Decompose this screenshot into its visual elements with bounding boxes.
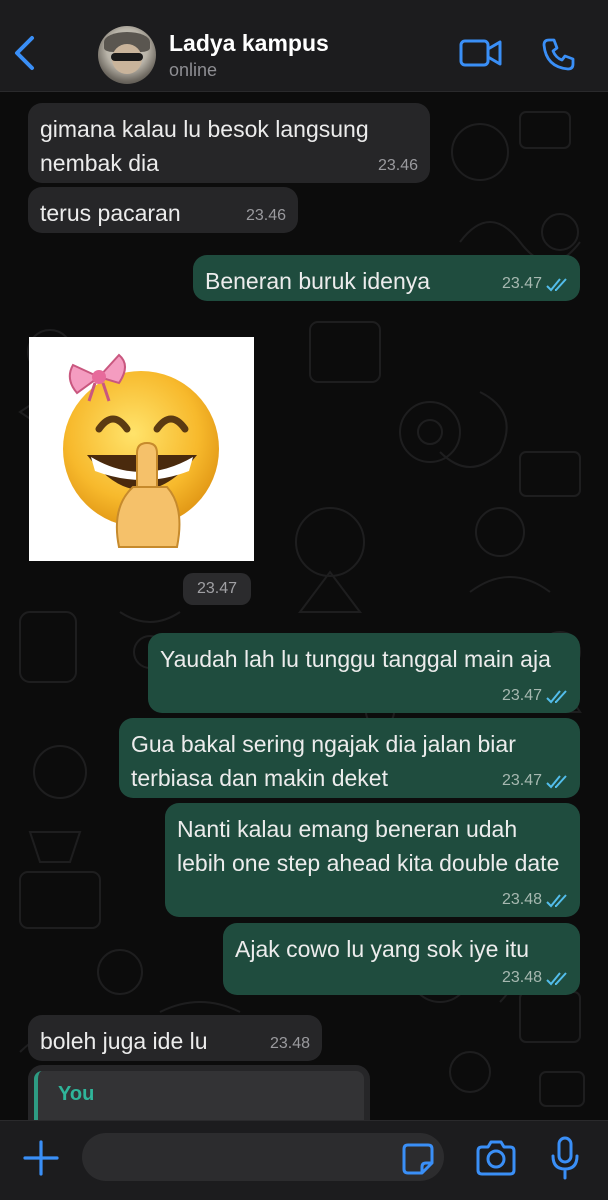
message-time: 23.48 xyxy=(501,891,542,908)
outgoing-message[interactable]: Yaudah lah lu tunggu tanggal main aja 23… xyxy=(148,633,580,713)
back-chevron-icon[interactable] xyxy=(8,30,42,76)
plus-icon[interactable] xyxy=(22,1139,60,1177)
message-text: gimana kalau lu besok langsung nembak di… xyxy=(40,116,369,176)
incoming-message[interactable]: terus pacaran 23.46 xyxy=(28,187,298,233)
camera-icon[interactable] xyxy=(474,1139,518,1177)
message-time: 23.47 xyxy=(501,772,542,789)
message-time: 23.46 xyxy=(377,157,418,174)
read-receipt-icon xyxy=(546,894,567,908)
message-text: Yaudah lah lu tunggu tanggal main aja xyxy=(160,646,551,672)
video-camera-icon[interactable] xyxy=(458,36,504,70)
message-time: 23.47 xyxy=(501,275,542,292)
microphone-icon[interactable] xyxy=(548,1135,582,1181)
incoming-message[interactable]: boleh juga ide lu 23.48 xyxy=(28,1015,322,1061)
sticker-time: 23.47 xyxy=(183,573,251,605)
message-list[interactable]: gimana kalau lu besok langsung nembak di… xyxy=(0,92,608,1120)
contact-status: online xyxy=(169,60,218,80)
outgoing-message[interactable]: Ajak cowo lu yang sok iye itu 23.48 xyxy=(223,923,580,995)
message-input[interactable] xyxy=(82,1133,444,1181)
message-time: 23.47 xyxy=(501,687,542,704)
quoted-sender: You xyxy=(58,1083,95,1105)
message-time: 23.46 xyxy=(245,207,286,224)
incoming-message[interactable]: gimana kalau lu besok langsung nembak di… xyxy=(28,103,430,183)
contact-name[interactable]: Ladya kampus xyxy=(169,30,329,57)
message-time: 23.48 xyxy=(501,969,542,986)
sticker-message[interactable] xyxy=(29,337,254,561)
message-text: Ajak cowo lu yang sok iye itu xyxy=(235,936,530,962)
contact-avatar[interactable] xyxy=(98,26,156,84)
chat-header: Ladya kampus online xyxy=(0,0,608,92)
phone-icon[interactable] xyxy=(540,36,576,72)
outgoing-message[interactable]: Nanti kalau emang beneran udah lebih one… xyxy=(165,803,580,917)
composer-bar xyxy=(0,1120,608,1200)
sticker-icon[interactable] xyxy=(400,1141,436,1177)
grinning-face-with-bow-sticker xyxy=(63,353,219,548)
read-receipt-icon xyxy=(546,690,567,704)
read-receipt-icon xyxy=(546,775,567,789)
quoted-message[interactable]: You xyxy=(34,1071,364,1120)
outgoing-message[interactable]: Beneran buruk idenya 23.47 xyxy=(193,255,580,301)
incoming-reply-message[interactable]: You xyxy=(28,1065,370,1120)
message-text: Nanti kalau emang beneran udah lebih one… xyxy=(177,816,560,876)
read-receipt-icon xyxy=(546,278,567,292)
read-receipt-icon xyxy=(546,972,567,986)
message-time: 23.48 xyxy=(269,1035,310,1052)
outgoing-message[interactable]: Gua bakal sering ngajak dia jalan biar t… xyxy=(119,718,580,798)
